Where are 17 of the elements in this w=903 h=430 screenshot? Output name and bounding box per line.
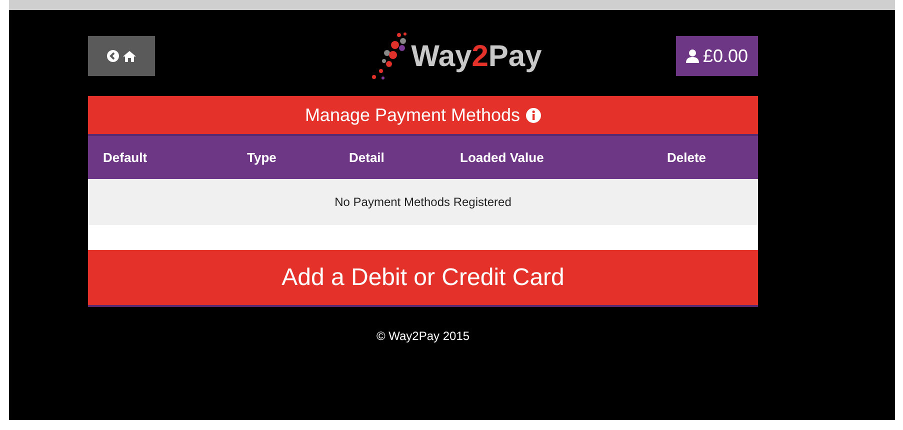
logo-text: Way2Pay [411, 38, 542, 74]
copyright-text: © Way2Pay 2015 [376, 328, 470, 345]
home-icon [123, 50, 136, 62]
info-icon[interactable] [526, 108, 542, 122]
back-icon [107, 50, 119, 62]
add-card-button[interactable]: Add a Debit or Credit Card [88, 250, 758, 307]
column-header: Detail [349, 148, 384, 167]
empty-message: No Payment Methods Registered [334, 194, 512, 211]
column-header: Loaded Value [460, 148, 544, 167]
balance-button[interactable]: £0.00 [676, 36, 758, 76]
column-header: Type [247, 148, 276, 167]
column-header: Delete [667, 148, 706, 167]
logo-icon [369, 31, 410, 81]
panel-title: Manage Payment Methods [304, 104, 520, 127]
column-header: Default [103, 148, 148, 167]
user-icon [686, 49, 699, 63]
back-home-button[interactable] [88, 36, 155, 76]
